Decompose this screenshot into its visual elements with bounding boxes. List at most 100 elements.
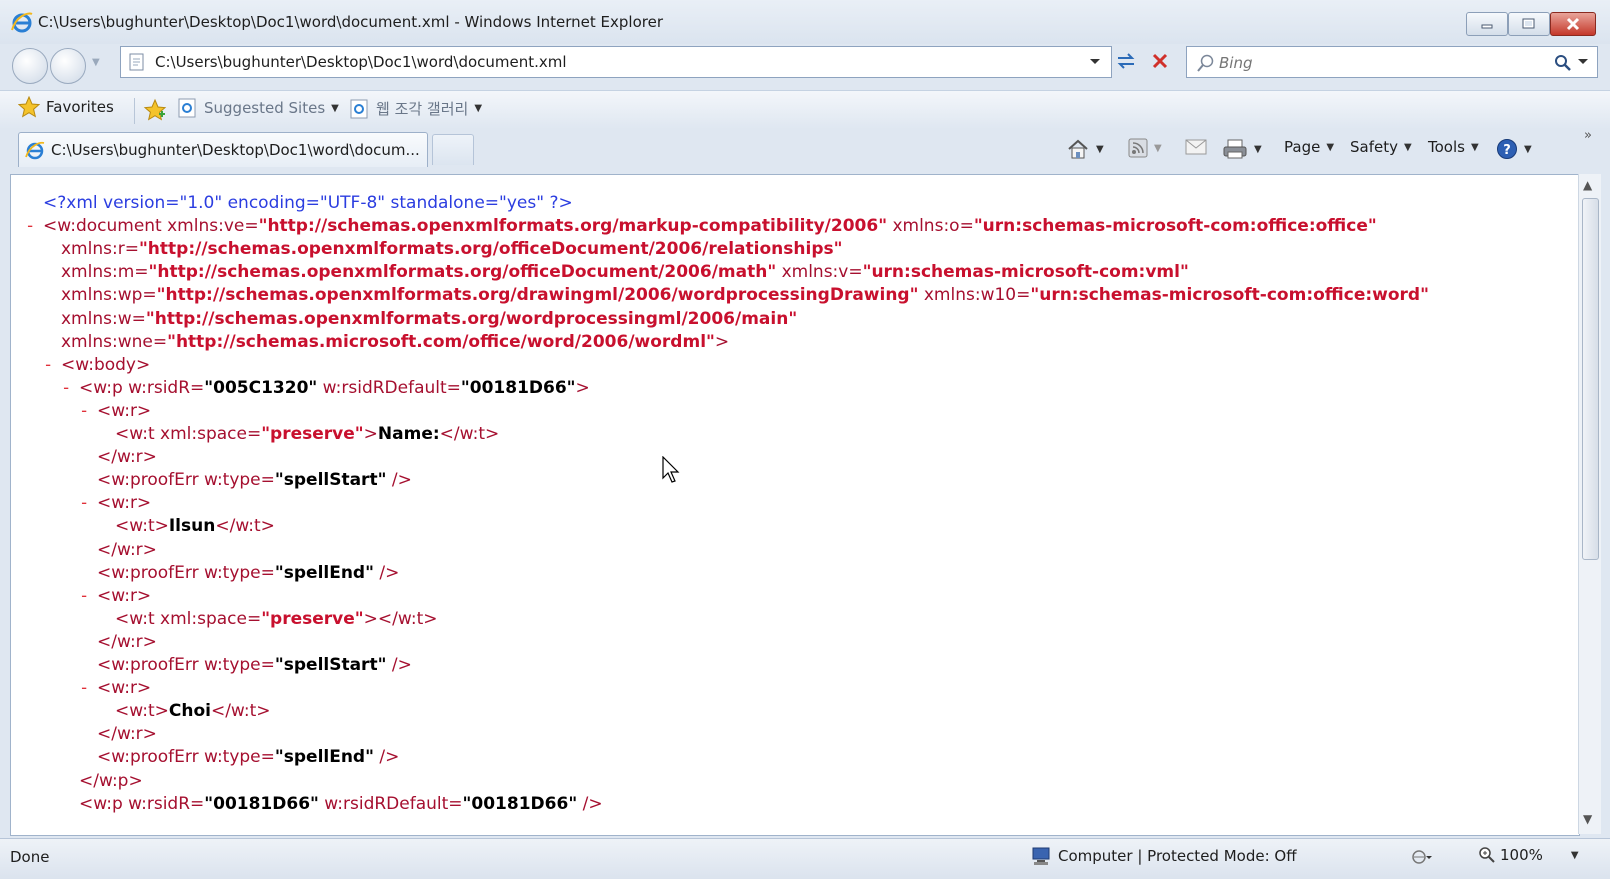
minimize-button[interactable] bbox=[1466, 12, 1508, 36]
xml-token: <w:proofErr w:type= bbox=[97, 470, 275, 491]
popup-blocker-icon[interactable] bbox=[1410, 848, 1432, 870]
page-menu[interactable]: Page ▼ bbox=[1284, 138, 1334, 156]
favorites-button[interactable]: Favorites bbox=[18, 96, 114, 118]
scroll-up-icon[interactable]: ▲ bbox=[1583, 178, 1592, 192]
safety-menu-label: Safety bbox=[1350, 138, 1398, 156]
print-button[interactable]: ▼ bbox=[1222, 138, 1262, 160]
xml-line: </w:p> bbox=[79, 770, 143, 793]
xml-token: </w:t> bbox=[439, 424, 500, 444]
xml-token: "http://schemas.openxmlformats.org/wordp… bbox=[145, 308, 798, 329]
web-slice-gallery-button[interactable]: 웹 조각 갤러리 ▼ bbox=[350, 98, 482, 119]
xml-token: xmlns:r= bbox=[61, 239, 139, 260]
xml-token: "spellEnd" bbox=[274, 562, 374, 583]
tab-document[interactable]: C:\Users\bughunter\Desktop\Doc1\word\doc… bbox=[18, 132, 428, 167]
chevron-down-icon[interactable]: ▼ bbox=[1154, 143, 1162, 154]
chevron-down-icon: ▼ bbox=[1524, 143, 1532, 155]
search-options-dropdown-icon[interactable] bbox=[1577, 53, 1589, 73]
search-go-icon[interactable] bbox=[1553, 53, 1573, 77]
help-button[interactable]: ? ▼ bbox=[1496, 138, 1532, 160]
xml-line: <w:t>Ilsun</w:t> bbox=[115, 515, 275, 538]
scroll-down-icon[interactable]: ▼ bbox=[1583, 812, 1592, 826]
new-tab-button[interactable] bbox=[432, 134, 474, 165]
ie-page-icon bbox=[178, 98, 196, 118]
address-bar[interactable]: C:\Users\bughunter\Desktop\Doc1\word\doc… bbox=[120, 46, 1112, 78]
print-icon bbox=[1223, 139, 1247, 159]
back-button[interactable] bbox=[12, 48, 48, 84]
xml-token: "spellStart" bbox=[274, 655, 387, 675]
search-input[interactable] bbox=[1217, 51, 1541, 75]
vertical-scrollbar[interactable]: ▲ ▼ bbox=[1578, 174, 1601, 834]
ie-icon bbox=[25, 140, 45, 164]
xml-token: </w:r> bbox=[97, 724, 157, 745]
feeds-button[interactable]: ▼ bbox=[1128, 138, 1162, 158]
xml-token: <w:proofErr w:type= bbox=[97, 655, 275, 675]
xml-line: xmlns:wp="http://schemas.openxmlformats.… bbox=[61, 284, 1429, 307]
refresh-button[interactable] bbox=[1113, 48, 1139, 74]
tab-label: C:\Users\bughunter\Desktop\Doc1\word\doc… bbox=[51, 141, 420, 159]
collapse-toggle[interactable]: - bbox=[43, 354, 53, 377]
collapse-toggle[interactable]: - bbox=[79, 585, 89, 608]
xml-token: "http://schemas.microsoft.com/office/wor… bbox=[167, 331, 715, 352]
xml-token: "spellEnd" bbox=[274, 747, 374, 768]
zoom-control[interactable]: 100% ▼ bbox=[1478, 846, 1579, 864]
xml-token: "http://schemas.openxmlformats.org/drawi… bbox=[156, 285, 919, 306]
xml-token: <w:t> bbox=[115, 701, 169, 722]
forward-button[interactable] bbox=[50, 48, 86, 84]
xml-token: <w:r> bbox=[97, 493, 152, 514]
xml-viewer[interactable]: <?xml version="1.0" encoding="UTF-8" sta… bbox=[10, 174, 1580, 836]
window-title: C:\Users\bughunter\Desktop\Doc1\word\doc… bbox=[38, 13, 664, 31]
collapse-toggle[interactable]: - bbox=[79, 400, 89, 423]
read-mail-button[interactable] bbox=[1184, 138, 1208, 156]
xml-line: xmlns:m="http://schemas.openxmlformats.o… bbox=[61, 261, 1189, 284]
collapse-toggle[interactable]: - bbox=[79, 492, 89, 515]
xml-line: xmlns:w="http://schemas.openxmlformats.o… bbox=[61, 308, 797, 331]
search-box[interactable] bbox=[1186, 46, 1598, 78]
stop-button[interactable] bbox=[1147, 48, 1173, 74]
xml-token: Name: bbox=[377, 424, 440, 444]
close-button[interactable] bbox=[1550, 12, 1596, 36]
xml-line: <w:proofErr w:type="spellEnd" /> bbox=[97, 746, 399, 769]
safety-menu[interactable]: Safety ▼ bbox=[1350, 138, 1412, 156]
security-zone[interactable]: Computer | Protected Mode: Off bbox=[1030, 846, 1297, 866]
close-icon bbox=[1566, 17, 1580, 31]
address-dropdown-icon[interactable] bbox=[1089, 53, 1101, 73]
more-commands-icon[interactable]: » bbox=[1584, 128, 1592, 143]
xml-token: "http://schemas.openxmlformats.org/offic… bbox=[138, 239, 843, 260]
xml-token: </w:t> bbox=[215, 516, 275, 537]
xml-token: "http://schemas.openxmlformats.org/offic… bbox=[148, 262, 777, 283]
xml-line: </w:r> bbox=[97, 723, 157, 746]
xml-token: "00181D66" bbox=[204, 793, 319, 814]
tools-menu[interactable]: Tools ▼ bbox=[1428, 138, 1479, 156]
add-to-favorites-icon[interactable] bbox=[143, 98, 167, 126]
xml-token: "005C1320" bbox=[204, 377, 318, 398]
address-url[interactable]: C:\Users\bughunter\Desktop\Doc1\word\doc… bbox=[155, 53, 567, 71]
xml-token: "urn:schemas-microsoft-com:office:word" bbox=[1030, 285, 1429, 306]
xml-token: xmlns:w10= bbox=[918, 285, 1031, 306]
collapse-toggle[interactable]: - bbox=[79, 677, 89, 700]
xml-line: <w:t>Choi</w:t> bbox=[115, 700, 271, 723]
collapse-toggle[interactable]: - bbox=[61, 377, 71, 400]
xml-token: <w:p w:rsidR= bbox=[79, 377, 205, 398]
suggested-sites-button[interactable]: Suggested Sites ▼ bbox=[178, 98, 339, 118]
collapse-toggle[interactable]: - bbox=[25, 215, 35, 238]
xml-token: ></w:t> bbox=[363, 608, 438, 629]
xml-line: </w:r> bbox=[97, 631, 157, 654]
chevron-down-icon[interactable]: ▼ bbox=[1096, 144, 1104, 155]
xml-token: xmlns:o= bbox=[887, 216, 974, 237]
chevron-down-icon: ▼ bbox=[1326, 141, 1335, 153]
xml-token: <w:r> bbox=[97, 585, 152, 606]
home-button[interactable]: ▼ bbox=[1066, 138, 1104, 160]
status-text: Done bbox=[10, 848, 50, 866]
xml-token: xmlns:ve= bbox=[167, 216, 259, 237]
xml-token: "http://schemas.openxmlformats.org/marku… bbox=[258, 216, 888, 237]
restore-button[interactable] bbox=[1508, 12, 1550, 36]
scroll-thumb[interactable] bbox=[1582, 198, 1599, 560]
xml-token: xmlns:m= bbox=[61, 262, 149, 283]
xml-token: w:rsidRDefault= bbox=[317, 377, 461, 398]
chevron-down-icon: ▼ bbox=[331, 102, 339, 114]
chevron-down-icon[interactable]: ▼ bbox=[1254, 144, 1262, 155]
recent-pages-dropdown[interactable]: ▼ bbox=[92, 57, 100, 68]
suggested-sites-label: Suggested Sites bbox=[204, 99, 326, 117]
help-icon: ? bbox=[1497, 139, 1517, 159]
ie-page-icon bbox=[350, 99, 368, 118]
